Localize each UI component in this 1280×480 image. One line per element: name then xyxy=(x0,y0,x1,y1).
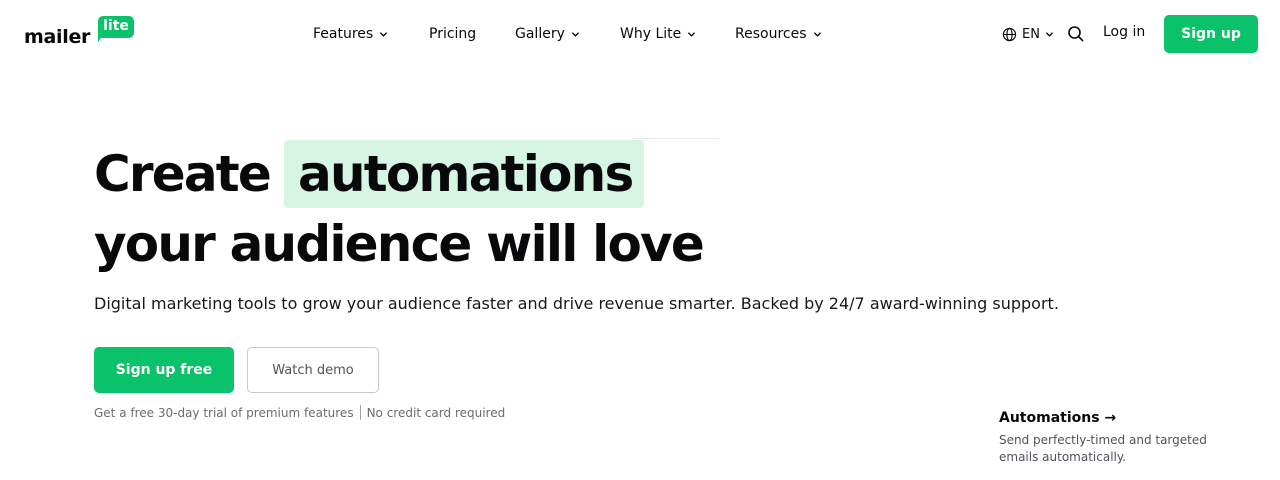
decorative-rule xyxy=(633,138,719,139)
hero-title-highlight: automations xyxy=(284,140,645,208)
chevron-down-icon xyxy=(688,31,696,37)
nav-item-gallery[interactable]: Gallery xyxy=(515,24,580,44)
nav-item-label: Pricing xyxy=(429,26,477,42)
signup-free-button[interactable]: Sign up free xyxy=(94,347,234,393)
nav-item-label: Why Lite xyxy=(620,26,682,42)
nav-item-label: Features xyxy=(313,26,374,42)
hero-subtitle: Digital marketing tools to grow your aud… xyxy=(94,294,1059,313)
logo-badge-tail xyxy=(98,34,104,42)
chevron-down-icon xyxy=(380,31,388,37)
signup-button[interactable]: Sign up xyxy=(1164,15,1258,53)
nav-item-why-lite[interactable]: Why Lite xyxy=(620,24,696,44)
chevron-down-icon xyxy=(1046,31,1053,37)
chevron-down-icon xyxy=(572,31,579,37)
nav-item-resources[interactable]: Resources xyxy=(735,24,822,44)
logo-wordmark: mailer xyxy=(24,26,91,48)
chevron-down-icon xyxy=(813,31,821,37)
no-credit-card-text: No credit card required xyxy=(366,405,506,420)
mailerlite-logo[interactable]: mailer lite xyxy=(24,16,136,50)
language-selector[interactable]: EN xyxy=(1002,24,1054,44)
feature-description: Send perfectly-timed and targeted emails… xyxy=(999,433,1207,464)
hero-title-prefix: Create xyxy=(94,145,272,203)
search-icon[interactable] xyxy=(1067,25,1085,43)
login-link[interactable]: Log in xyxy=(1103,24,1145,40)
nav-item-label: Gallery xyxy=(515,26,565,42)
site-header: mailer lite Features Pricing Gallery Why… xyxy=(0,0,1280,68)
nav-item-features[interactable]: Features xyxy=(313,24,388,44)
watch-demo-button[interactable]: Watch demo xyxy=(247,347,379,393)
hero-title-line-2: your audience will love xyxy=(94,215,705,273)
language-label: EN xyxy=(1022,26,1040,42)
globe-icon xyxy=(1002,27,1017,41)
nav-item-pricing[interactable]: Pricing xyxy=(429,24,476,44)
feature-title[interactable]: Automations → xyxy=(999,410,1239,426)
trial-note-text: Get a free 30-day trial of premium featu… xyxy=(94,405,354,420)
divider xyxy=(359,405,361,420)
trial-note: Get a free 30-day trial of premium featu… xyxy=(94,405,505,420)
nav-item-label: Resources xyxy=(735,26,807,42)
hero-title-line-1: Create automations xyxy=(94,140,645,208)
feature-card-automations[interactable]: Automations → Send perfectly-timed and t… xyxy=(999,410,1239,466)
